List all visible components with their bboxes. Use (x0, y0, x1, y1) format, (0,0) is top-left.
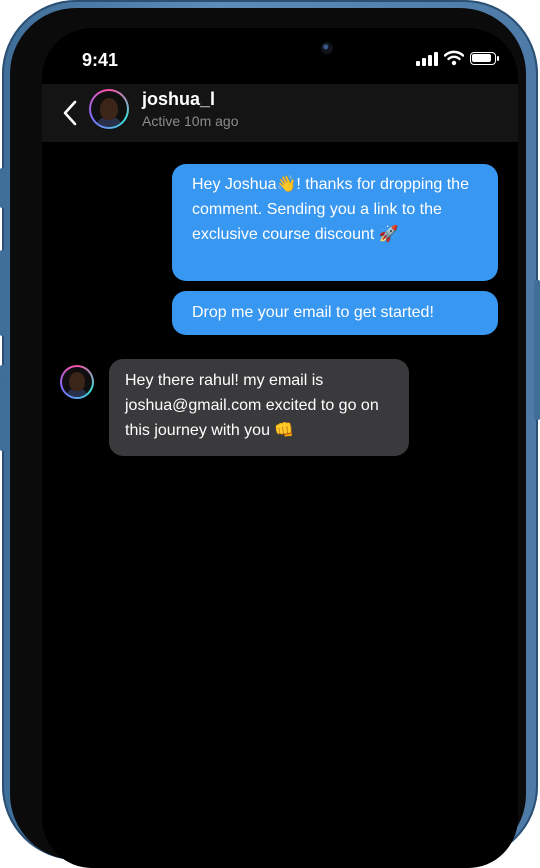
sender-avatar[interactable] (60, 365, 94, 399)
screen: 9:41 joshua_l Active 10m ago Hey Joshua👋… (42, 28, 518, 868)
volume-down-button (0, 365, 6, 451)
contact-status: Active 10m ago (142, 113, 239, 129)
mute-switch (0, 168, 6, 208)
volume-up-button (0, 250, 6, 336)
status-bar: 9:41 (42, 28, 518, 84)
contact-name[interactable]: joshua_l (142, 89, 215, 110)
battery-icon (470, 52, 499, 65)
signal-icon (416, 52, 438, 66)
phone-bezel: 9:41 joshua_l Active 10m ago Hey Joshua👋… (10, 8, 526, 868)
power-button (534, 280, 540, 420)
notch (168, 28, 392, 80)
incoming-message[interactable]: Hey there rahul! my email is joshua@gmai… (109, 359, 409, 456)
contact-avatar[interactable] (89, 89, 129, 129)
wifi-icon (444, 50, 464, 66)
status-time: 9:41 (82, 50, 119, 70)
back-chevron-icon[interactable] (58, 96, 82, 130)
battery-level (472, 54, 491, 62)
outgoing-message[interactable]: Drop me your email to get started! (172, 291, 498, 335)
outgoing-message[interactable]: Hey Joshua👋! thanks for dropping the com… (172, 164, 498, 281)
chat-header: joshua_l Active 10m ago (42, 84, 518, 142)
front-camera (321, 42, 333, 54)
